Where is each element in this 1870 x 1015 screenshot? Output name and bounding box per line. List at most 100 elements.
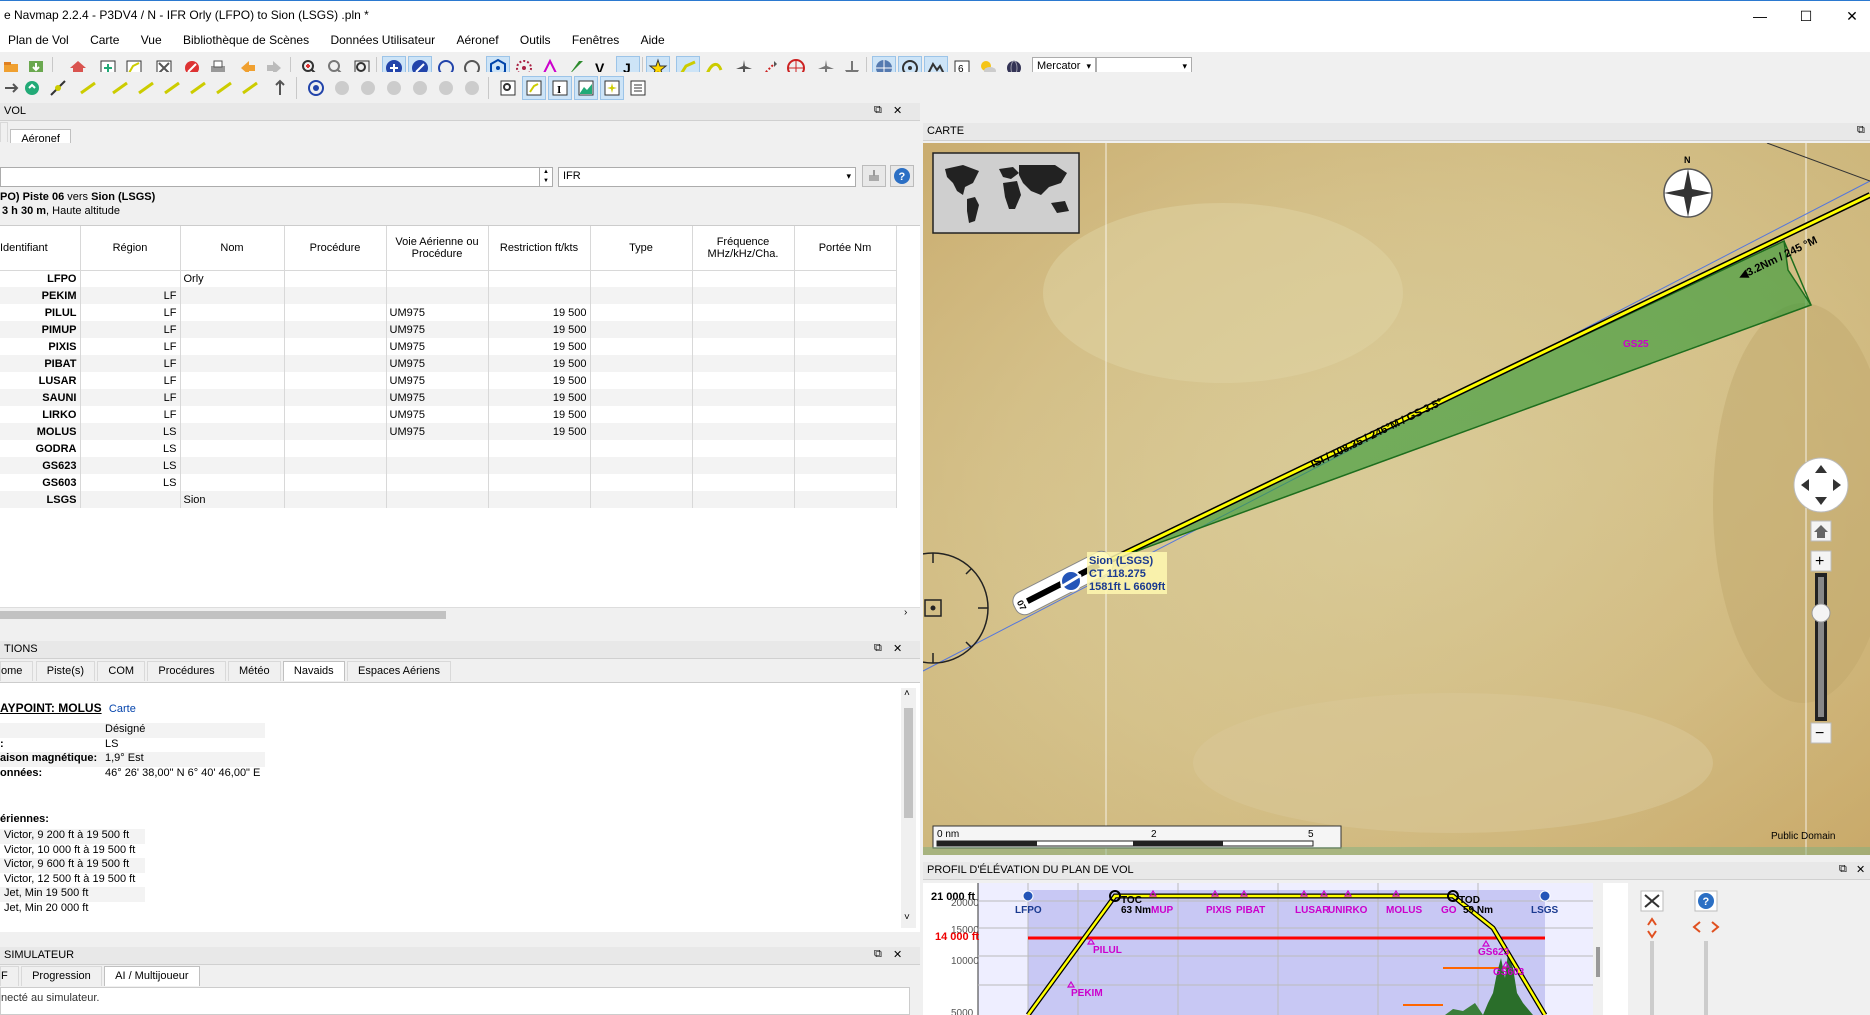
tab-espaces-aeriens[interactable]: Espaces Aériens <box>347 661 451 681</box>
col-region[interactable]: Région <box>80 226 181 271</box>
minimize-button[interactable]: — <box>1737 1 1783 31</box>
tab-connect[interactable]: F <box>0 966 19 986</box>
close-icon[interactable]: ✕ <box>893 642 902 655</box>
tab-ai-multijoueur[interactable]: AI / Multijoueur <box>104 966 200 986</box>
spin-down-icon[interactable]: ▼ <box>540 177 552 186</box>
col-nom[interactable]: Nom <box>180 226 285 271</box>
chevron-right-icon[interactable]: › <box>904 607 907 618</box>
export-button[interactable] <box>862 165 886 187</box>
chevron-up-icon[interactable]: ˄ <box>904 688 910 699</box>
route-radio-icon[interactable] <box>46 76 70 100</box>
col-identifiant[interactable]: Identifiant <box>0 226 81 271</box>
search-airport-icon[interactable] <box>330 76 354 100</box>
search-ai-icon[interactable] <box>460 76 484 100</box>
float-icon[interactable]: ⧉ <box>874 948 882 961</box>
departure-input[interactable] <box>0 167 540 187</box>
menu-carte[interactable]: Carte <box>81 30 128 52</box>
zoom-in-button[interactable]: + <box>1815 553 1824 570</box>
table-row[interactable]: GS603 LS <box>0 474 897 491</box>
spin-up-icon[interactable]: ▲ <box>540 168 552 177</box>
legend-dock-icon[interactable] <box>626 76 650 100</box>
pan-control[interactable] <box>1793 457 1849 513</box>
search-navaid-icon[interactable] <box>304 76 328 100</box>
float-icon[interactable]: ⧉ <box>874 104 882 117</box>
search-icon[interactable] <box>496 76 520 100</box>
route-vor-icon[interactable] <box>108 76 132 100</box>
menu-donnees-utilisateur[interactable]: Données Utilisateur <box>321 30 444 52</box>
tab-pistes[interactable]: Piste(s) <box>35 661 96 681</box>
route-ndb-icon[interactable] <box>134 76 158 100</box>
airport-label[interactable]: Sion (LSGS) CT 118.275 1581ft L 6609ft <box>1087 552 1167 594</box>
menu-vue[interactable]: Vue <box>132 30 171 52</box>
table-hscrollbar[interactable]: › <box>0 607 920 621</box>
table-row[interactable]: MOLUS LS UM975 19 500 <box>0 423 897 440</box>
route-both-icon[interactable] <box>212 76 236 100</box>
table-row[interactable]: SAUNI LF UM975 19 500 <box>0 389 897 406</box>
table-row[interactable]: LFPO Orly <box>0 270 897 287</box>
menu-outils[interactable]: Outils <box>511 30 560 52</box>
close-button[interactable]: ✕ <box>1829 1 1870 31</box>
tab-flightplan[interactable] <box>0 122 8 142</box>
hscroll-thumb[interactable] <box>0 611 446 619</box>
table-row[interactable]: PIMUP LF UM975 19 500 <box>0 321 897 338</box>
route-victor-icon[interactable] <box>160 76 184 100</box>
search-online-icon[interactable] <box>434 76 458 100</box>
table-row[interactable]: GODRA LS <box>0 440 897 457</box>
float-icon[interactable]: ⧉ <box>874 642 882 655</box>
profile-help-button[interactable]: ? <box>1694 890 1718 912</box>
information-dock-icon[interactable]: I <box>548 76 572 100</box>
tab-progression[interactable]: Progression <box>21 966 102 986</box>
chevron-down-icon[interactable]: ˅ <box>904 912 910 923</box>
col-frequence[interactable]: Fréquence MHz/kHz/Cha. <box>692 226 795 271</box>
overview-map[interactable] <box>932 152 1080 234</box>
table-row[interactable]: PIXIS LF UM975 19 500 <box>0 338 897 355</box>
col-type[interactable]: Type <box>590 226 693 271</box>
profile-expand-button[interactable] <box>1640 890 1664 912</box>
maximize-button[interactable]: ☐ <box>1783 1 1829 31</box>
table-row[interactable]: PILUL LF UM975 19 500 <box>0 304 897 321</box>
altitude-spinner[interactable]: ▲ ▼ <box>539 167 553 187</box>
menu-fenetres[interactable]: Fenêtres <box>563 30 628 52</box>
help-button[interactable]: ? <box>890 165 914 187</box>
home-button[interactable] <box>1810 520 1832 542</box>
map-view[interactable]: ISI / 108.35 / 246°M / GS 3.5° ◀3.2Nm / … <box>923 143 1870 855</box>
table-row[interactable]: LSGS Sion <box>0 491 897 508</box>
menu-aeronef[interactable]: Aéronef <box>448 30 508 52</box>
route-direct-icon[interactable] <box>238 76 262 100</box>
tab-home[interactable]: ome <box>0 661 34 681</box>
vscroll-thumb[interactable] <box>904 708 913 818</box>
col-procedure[interactable]: Procédure <box>284 226 387 271</box>
tab-meteo[interactable]: Météo <box>228 661 281 681</box>
profile-canvas[interactable]: 21 000 ft 20000 15000 14 000 ft 10000 50… <box>923 883 1870 1015</box>
zoom-out-button[interactable]: − <box>1815 725 1824 742</box>
table-row[interactable]: GS623 LS <box>0 457 897 474</box>
close-icon[interactable]: ✕ <box>1856 863 1865 876</box>
info-vscrollbar[interactable]: ˄ ˅ <box>901 688 916 928</box>
route-jet-icon[interactable] <box>186 76 210 100</box>
menu-plan-de-vol[interactable]: Plan de Vol <box>0 30 78 52</box>
close-icon[interactable]: ✕ <box>893 104 902 117</box>
float-icon[interactable]: ⧉ <box>1839 863 1847 876</box>
tab-procedures[interactable]: Procédures <box>147 661 226 681</box>
flightplan-dock-icon[interactable] <box>522 76 546 100</box>
route-airway-icon[interactable] <box>76 76 100 100</box>
col-portee[interactable]: Portée Nm <box>794 226 897 271</box>
adjust-altitude-icon[interactable] <box>268 76 292 100</box>
elevation-profile[interactable]: 21 000 ft 20000 15000 14 000 ft 10000 50… <box>923 883 1870 1015</box>
search-procedure-icon[interactable] <box>356 76 380 100</box>
tab-navaids[interactable]: Navaids <box>282 661 345 681</box>
table-row[interactable]: LUSAR LF UM975 19 500 <box>0 372 897 389</box>
search-logbook-icon[interactable] <box>408 76 432 100</box>
float-icon[interactable]: ⧉ <box>1857 124 1865 137</box>
table-row[interactable]: PEKIM LF <box>0 287 897 304</box>
table-row[interactable]: LIRKO LF UM975 19 500 <box>0 406 897 423</box>
profile-dock-icon[interactable] <box>574 76 598 100</box>
simulator-dock-icon[interactable] <box>600 76 624 100</box>
flight-type-select[interactable]: IFR ▾ <box>558 167 856 187</box>
col-restriction[interactable]: Restriction ft/kts <box>488 226 591 271</box>
map-link[interactable]: Carte <box>109 703 136 715</box>
search-userpoint-icon[interactable] <box>382 76 406 100</box>
table-row[interactable]: PIBAT LF UM975 19 500 <box>0 355 897 372</box>
tab-com[interactable]: COM <box>97 661 146 681</box>
col-airway[interactable]: Voie Aérienne ou Procédure <box>386 226 489 271</box>
